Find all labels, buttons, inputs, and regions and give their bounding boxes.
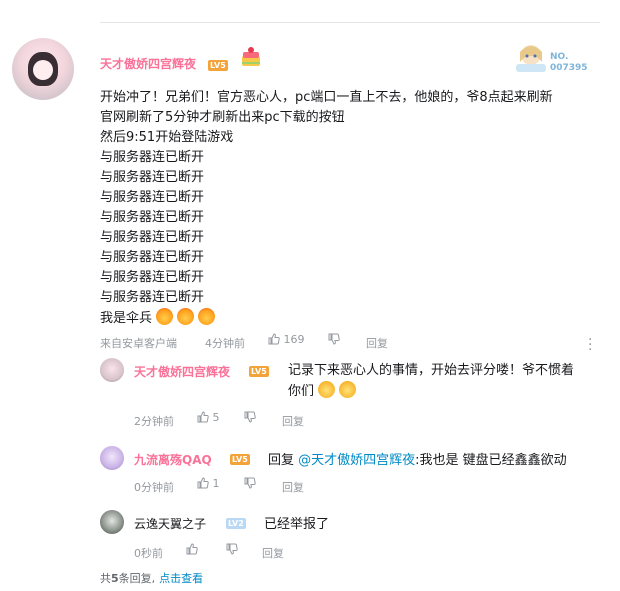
reply-button[interactable]: 回复 [262,545,284,561]
reply-button[interactable]: 回复 [366,335,388,351]
comment-line-last: 我是伞兵 [100,308,620,329]
laughing-emoji-icon [318,381,336,398]
comment-line: 与服务器连已断开 [100,290,205,305]
reply-avatar[interactable] [100,510,124,534]
level-badge: LV5 [208,60,228,71]
reply-count-footer: 共5条回复, 点击查看 [100,572,204,585]
reply-username[interactable]: 九流离殇QAQ [134,451,212,468]
comment-line: 官网刷新了5分钟才刷新出来pc下载的按钮 [100,110,345,125]
thumb-down-icon [244,411,256,423]
dislike-button[interactable] [226,543,238,556]
view-replies-link[interactable]: 点击查看 [159,572,203,585]
like-button[interactable]: 1 [197,477,220,490]
like-count: 169 [283,333,305,346]
reply-username[interactable]: 云逸天翼之子 [134,515,206,532]
reply-button[interactable]: 回复 [282,479,304,495]
reply-time: 0分钟前 [134,481,174,494]
thumb-up-icon [197,477,209,489]
reply-username[interactable]: 天才傲娇四宫辉夜 [134,363,230,380]
avatar[interactable] [12,38,74,100]
reply-time: 2分钟前 [134,415,174,428]
dislike-button[interactable] [244,411,256,424]
angry-emoji-icon [198,308,216,325]
cake-icon [238,44,264,70]
fan-badge-icon [512,42,550,74]
comment-line: 与服务器连已断开 [100,150,205,165]
thumb-down-icon [226,543,238,555]
level-badge: LV2 [226,518,246,529]
like-button[interactable] [186,543,198,556]
comment-username[interactable]: 天才傲娇四宫辉夜 [100,55,196,72]
reply-text: 已经举报了 [264,517,330,532]
thumb-up-icon [268,333,280,345]
comment-line: 与服务器连已断开 [100,190,205,205]
like-button[interactable]: 5 [197,411,220,424]
reply-button[interactable]: 回复 [282,413,304,429]
fan-badge-number: NO. 007395 [550,52,588,73]
top-divider [100,22,600,23]
more-options-icon[interactable]: · · · [588,333,592,357]
dislike-button[interactable] [244,477,256,490]
comment-source: 来自安卓客户端 [100,337,177,350]
thumb-down-icon [328,333,340,345]
comment-line: 与服务器连已断开 [100,270,205,285]
like-count: 5 [212,411,220,424]
comment-content: 开始冲了！兄弟们！官方恶心人，pc端口一直上不去，他娘的，爷8点起来刷新 官网刷… [100,88,620,329]
angry-emoji-icon [156,308,174,325]
comment-line: 与服务器连已断开 [100,170,205,185]
thumb-up-icon [197,411,209,423]
thumb-up-icon [186,543,198,555]
mention-link[interactable]: @天才傲娇四宫辉夜 [298,453,415,468]
comment-line: 与服务器连已断开 [100,230,205,245]
level-badge: LV5 [230,454,250,465]
level-badge: LV5 [249,366,269,377]
comment-line: 然后9:51开始登陆游戏 [100,130,234,145]
laughing-emoji-icon [339,381,357,398]
comment-line: 与服务器连已断开 [100,210,205,225]
reply-avatar[interactable] [100,446,124,470]
reply-text: 回复 @天才傲娇四宫辉夜:我也是 键盘已经鑫鑫欲动 [268,453,567,468]
reply-time: 0秒前 [134,547,163,560]
dislike-button[interactable] [328,333,340,346]
like-button[interactable]: 169 [268,333,305,346]
reply-avatar[interactable] [100,358,124,382]
reply-text: 记录下来恶心人的事情，开始去评分喽！爷不惯着 你们 [288,363,575,399]
comment-line: 与服务器连已断开 [100,250,205,265]
like-count: 1 [212,477,220,490]
comment-line: 开始冲了！兄弟们！官方恶心人，pc端口一直上不去，他娘的，爷8点起来刷新 [100,90,553,105]
angry-emoji-icon [177,308,195,325]
thumb-down-icon [244,477,256,489]
comment-time: 4分钟前 [205,337,245,350]
